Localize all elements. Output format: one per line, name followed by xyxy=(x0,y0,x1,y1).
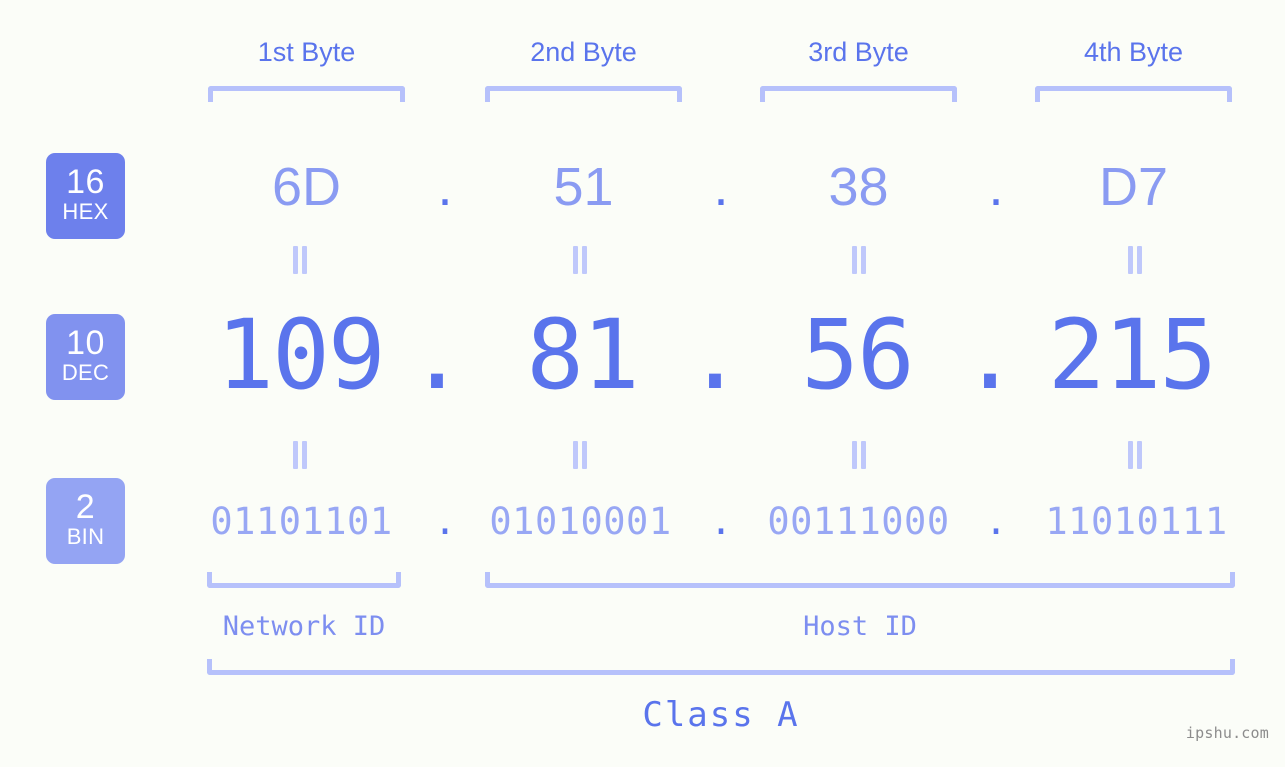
hex-byte-1: 6D xyxy=(271,157,342,217)
dec-separator-3: . xyxy=(961,299,1019,411)
bin-byte-4: 11010111 xyxy=(1045,500,1228,543)
hex-row: 6D . 51 . 38 . D7 xyxy=(0,157,1285,219)
equals-mark-hex-dec-1 xyxy=(289,246,311,274)
bin-byte-2: 01010001 xyxy=(489,500,672,543)
equals-mark-dec-bin-4 xyxy=(1124,441,1146,469)
bin-byte-3: 00111000 xyxy=(767,500,950,543)
bin-row: 01101101 . 01010001 . 00111000 . 1101011… xyxy=(0,500,1285,548)
byte-header-2: 2nd Byte xyxy=(530,37,637,67)
equals-mark-dec-bin-1 xyxy=(289,441,311,469)
dec-byte-1: 109 xyxy=(216,299,385,411)
hex-separator-1: . xyxy=(437,157,453,217)
host-id-label: Host ID xyxy=(803,611,917,642)
site-watermark: ipshu.com xyxy=(1185,724,1269,742)
bin-byte-1: 01101101 xyxy=(210,500,393,543)
byte-bracket-1 xyxy=(208,86,405,102)
network-id-label: Network ID xyxy=(222,611,386,642)
equals-mark-hex-dec-3 xyxy=(848,246,870,274)
dec-separator-2: . xyxy=(686,299,744,411)
class-bracket xyxy=(207,659,1235,675)
hex-separator-2: . xyxy=(713,157,729,217)
dec-byte-3: 56 xyxy=(801,299,915,411)
byte-bracket-4 xyxy=(1035,86,1232,102)
ip-breakdown-diagram: 1st Byte 2nd Byte 3rd Byte 4th Byte 16 H… xyxy=(0,0,1285,767)
byte-bracket-3 xyxy=(760,86,957,102)
byte-header-3: 3rd Byte xyxy=(808,37,909,67)
equals-mark-hex-dec-2 xyxy=(569,246,591,274)
dec-byte-2: 81 xyxy=(526,299,640,411)
equals-mark-hex-dec-4 xyxy=(1124,246,1146,274)
bin-separator-1: . xyxy=(433,500,457,543)
hex-byte-3: 38 xyxy=(828,157,889,217)
dec-separator-1: . xyxy=(408,299,466,411)
equals-mark-dec-bin-3 xyxy=(848,441,870,469)
hex-separator-3: . xyxy=(988,157,1004,217)
dec-row: 109 . 81 . 56 . 215 xyxy=(0,303,1285,413)
class-label: Class A xyxy=(642,695,800,735)
network-id-bracket xyxy=(207,572,401,588)
dec-byte-4: 215 xyxy=(1047,299,1217,411)
hex-byte-4: D7 xyxy=(1098,157,1169,217)
byte-header-1: 1st Byte xyxy=(257,37,356,67)
bin-separator-2: . xyxy=(709,500,733,543)
equals-mark-dec-bin-2 xyxy=(569,441,591,469)
bin-separator-3: . xyxy=(984,500,1008,543)
hex-byte-2: 51 xyxy=(553,157,614,217)
byte-header-4: 4th Byte xyxy=(1083,37,1184,67)
host-id-bracket xyxy=(485,572,1235,588)
byte-bracket-2 xyxy=(485,86,682,102)
